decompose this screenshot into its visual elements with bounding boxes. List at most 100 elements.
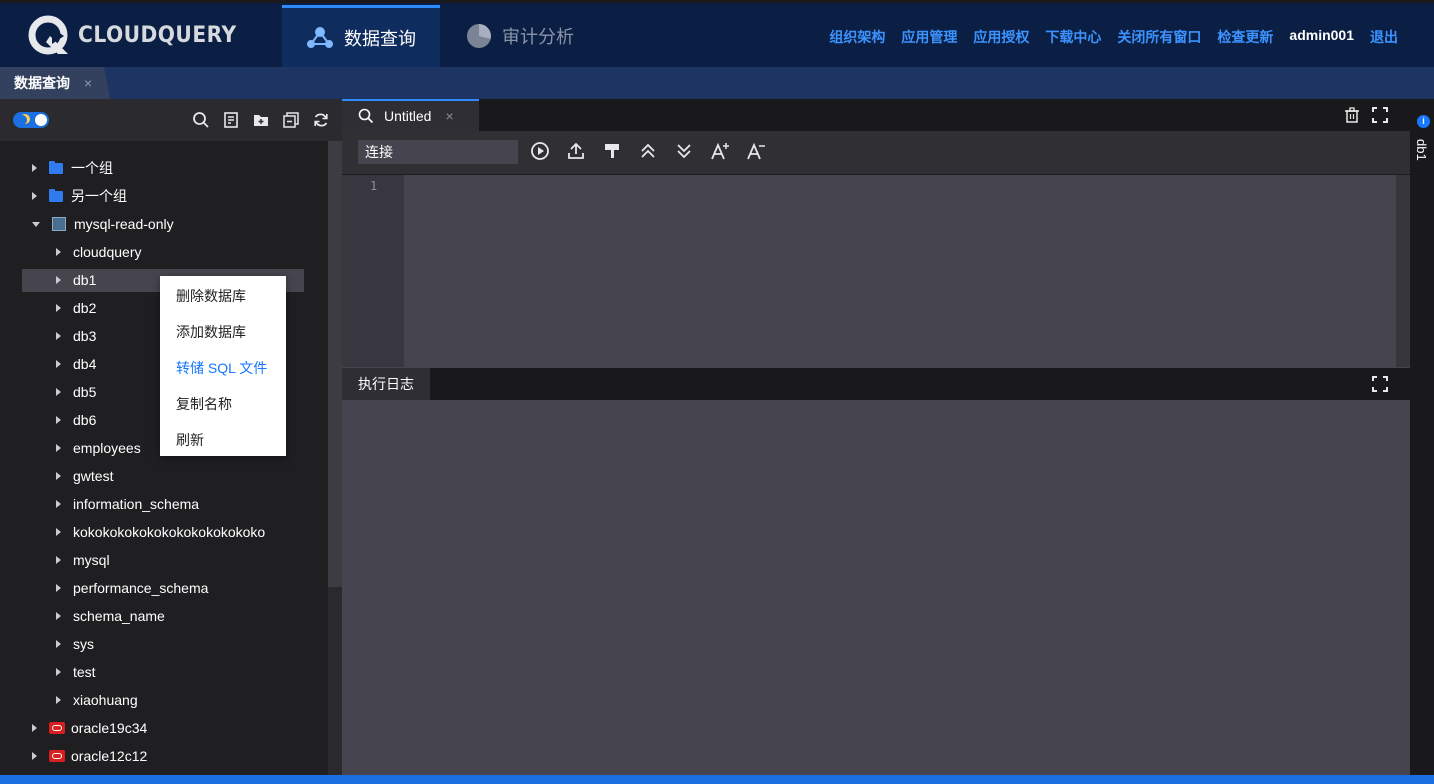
caret-right-icon[interactable] [56,248,61,256]
tree-node[interactable]: db6 [56,409,96,431]
run-icon[interactable] [530,141,550,161]
menu-item-dump-sql[interactable]: 转储 SQL 文件 [176,358,267,378]
tree-node[interactable]: oracle19c34 [32,717,147,739]
caret-right-icon[interactable] [56,640,61,648]
fullscreen-icon[interactable] [1372,107,1388,123]
editor-tab-bar: Untitled × [342,99,1410,131]
tree-node[interactable]: mysql [56,549,110,571]
nav-tab-label: 数据查询 [344,28,416,49]
format-icon[interactable] [602,141,622,161]
caret-right-icon[interactable] [56,528,61,536]
caret-right-icon[interactable] [56,416,61,424]
connection-select[interactable]: 连接 [358,140,518,164]
expand-down-icon[interactable] [674,141,694,161]
caret-right-icon[interactable] [56,332,61,340]
top-header: CLOUDQUERY 数据查询 审计分析 组织架构 应用管理 应用授权 下载中心… [0,0,1434,67]
caret-right-icon[interactable] [32,192,37,200]
link-check-update[interactable]: 检查更新 [1217,27,1273,47]
tree-node[interactable]: kokokokokokokokokokokokoko [56,521,265,543]
menu-item-refresh[interactable]: 刷新 [176,430,204,450]
sidebar-scrollbar-thumb[interactable] [328,141,342,587]
tree-node-label: kokokokokokokokokokokokoko [73,524,266,540]
tree-node[interactable]: sys [56,633,94,655]
tree-node[interactable]: performance_schema [56,577,208,599]
caret-right-icon[interactable] [56,500,61,508]
caret-right-icon[interactable] [56,360,61,368]
caret-right-icon[interactable] [56,444,61,452]
link-download[interactable]: 下载中心 [1045,27,1101,47]
tree-node[interactable]: 另一个组 [32,185,127,207]
tree-node[interactable]: test [56,661,96,683]
close-icon[interactable]: × [84,75,92,91]
refresh-icon[interactable] [312,111,330,129]
link-app-auth[interactable]: 应用授权 [973,27,1029,47]
nav-tab-audit[interactable]: 审计分析 [466,5,606,67]
page-tab-data-query[interactable]: 数据查询 × [0,67,110,99]
folder-icon [49,160,63,174]
caret-down-icon[interactable] [32,221,40,227]
caret-right-icon[interactable] [32,752,37,760]
user-name[interactable]: admin001 [1289,27,1354,47]
caret-right-icon[interactable] [56,556,61,564]
menu-item-delete-database[interactable]: 删除数据库 [176,286,246,306]
search-icon[interactable] [192,111,210,129]
menu-item-add-database[interactable]: 添加数据库 [176,322,246,342]
tree-node-label: db4 [73,356,97,372]
tree-node[interactable]: db2 [56,297,96,319]
tree-node[interactable]: gwtest [56,465,113,487]
tree-node[interactable]: db1 [56,269,96,291]
caret-right-icon[interactable] [56,696,61,704]
caret-right-icon[interactable] [56,304,61,312]
font-increase-icon[interactable] [710,141,730,161]
caret-right-icon[interactable] [32,724,37,732]
caret-right-icon[interactable] [56,276,61,284]
tree-node[interactable]: mysql-read-only [32,213,174,235]
caret-right-icon[interactable] [56,584,61,592]
tree-node-label: mysql-read-only [74,216,174,232]
tree-node[interactable]: employees [56,437,141,459]
link-close-all[interactable]: 关闭所有窗口 [1117,27,1201,47]
tree-node[interactable]: db3 [56,325,96,347]
tree-node[interactable]: db5 [56,381,96,403]
top-links: 组织架构 应用管理 应用授权 下载中心 关闭所有窗口 检查更新 admin001… [829,27,1398,47]
editor-tab-untitled[interactable]: Untitled × [342,99,479,131]
theme-toggle[interactable] [13,112,49,128]
logo[interactable]: CLOUDQUERY [28,15,250,55]
tree-node[interactable]: 一个组 [32,157,113,179]
link-org[interactable]: 组织架构 [829,27,885,47]
trash-icon[interactable] [1344,107,1360,123]
link-app-manage[interactable]: 应用管理 [901,27,957,47]
new-folder-icon[interactable] [252,111,270,129]
tree-node-label: employees [73,440,141,456]
info-icon[interactable]: i [1417,115,1430,128]
tree-node-label: mysql [73,552,110,568]
close-icon[interactable]: × [445,108,453,124]
tree-node[interactable]: oracle12c12 [32,745,147,767]
font-decrease-icon[interactable] [746,141,766,161]
new-query-icon[interactable] [222,111,240,129]
fullscreen-icon[interactable] [1372,376,1388,392]
dock-db-label[interactable]: db1 [1414,139,1429,161]
caret-right-icon[interactable] [32,164,37,172]
collapse-up-icon[interactable] [638,141,658,161]
tree-node-label: test [73,664,96,680]
logout-link[interactable]: 退出 [1370,27,1398,47]
caret-right-icon[interactable] [56,472,61,480]
tree-node[interactable]: schema_name [56,605,165,627]
sql-code-area[interactable] [404,175,1394,367]
editor-toolbar: 连接 [342,131,1410,175]
tree-node[interactable]: db4 [56,353,96,375]
tree-node[interactable]: xiaohuang [56,689,138,711]
caret-right-icon[interactable] [56,612,61,620]
menu-item-copy-name[interactable]: 复制名称 [176,394,232,414]
tree-node[interactable]: information_schema [56,493,199,515]
tree-node-label: 另一个组 [71,188,127,204]
upload-icon[interactable] [566,141,586,161]
tree-node[interactable]: cloudquery [56,241,142,263]
caret-right-icon[interactable] [56,668,61,676]
tab-execution-log[interactable]: 执行日志 [342,368,430,400]
caret-right-icon[interactable] [56,388,61,396]
editor-scrollbar[interactable] [1396,175,1410,367]
nav-tab-data-query[interactable]: 数据查询 [282,5,440,67]
collapse-all-icon[interactable] [282,111,300,129]
